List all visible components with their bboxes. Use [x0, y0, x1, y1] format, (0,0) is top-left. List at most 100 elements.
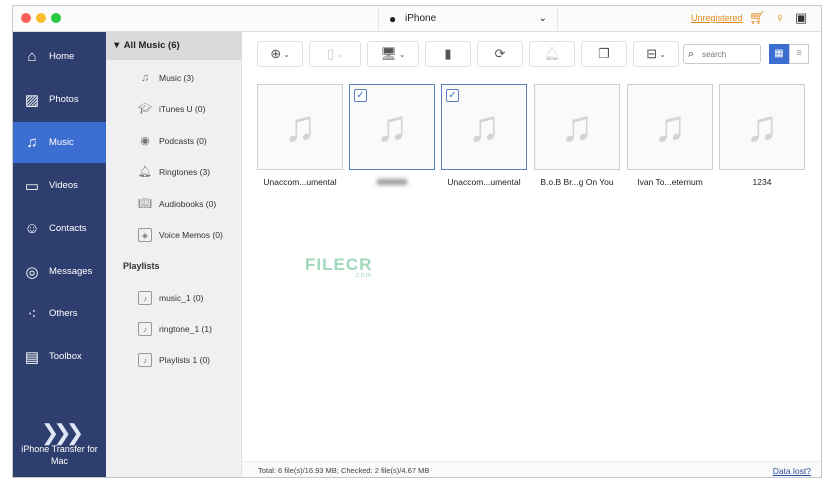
add-button[interactable]: ⊕ ⌄ [257, 41, 303, 67]
file-name: Unaccom...umental [263, 177, 337, 187]
close-button[interactable] [21, 13, 31, 23]
copy-icon: ❐ [598, 46, 610, 61]
music-note-icon: ♫ [375, 102, 409, 151]
playlist-label: music_1 (0) [159, 293, 204, 303]
playlist-item[interactable]: ♪ Playlists 1 (0) [138, 353, 210, 367]
category-ringtones[interactable]: 🔔︎ Ringtones (3) [138, 165, 210, 179]
refresh-button[interactable]: ⟳ [477, 41, 523, 67]
list-icon: ≡ [796, 48, 802, 59]
refresh-icon: ⟳ [494, 46, 506, 61]
delete-button[interactable]: ▮ [425, 41, 471, 67]
unregistered-link[interactable]: Unregistered [691, 13, 743, 23]
deduplicate-button[interactable]: ❐ [581, 41, 627, 67]
playlist-icon: ♪ [138, 322, 152, 336]
music-note-icon: ♫ [745, 102, 779, 151]
monitor-icon: 🖥︎ [380, 46, 397, 61]
file-name: B.o.B Br...g On You [540, 177, 614, 187]
bell-icon: 🔔︎ [138, 166, 152, 178]
music-file-thumbnail[interactable]: ♫ [627, 84, 713, 170]
category-label: Voice Memos (0) [159, 230, 223, 240]
sidebar-item-messages[interactable]: ◎ Messages [13, 251, 106, 292]
brand-line2: Mac [50, 456, 68, 466]
status-summary: Total: 6 file(s)/16.93 MB; Checked: 2 fi… [258, 466, 430, 475]
category-label: Podcasts (0) [159, 136, 207, 146]
playlist-item[interactable]: ♪ ringtone_1 (1) [138, 322, 212, 336]
search-input[interactable] [702, 49, 753, 59]
music-file-thumbnail[interactable]: ♫ [534, 84, 620, 170]
music-file-thumbnail[interactable]: ✓ ♫ [441, 84, 527, 170]
zoom-button[interactable] [51, 13, 61, 23]
file-name: 1234 [752, 177, 772, 187]
sidebar-item-others[interactable]: ⁖ Others [13, 293, 106, 334]
checkbox-checked[interactable]: ✓ [354, 89, 367, 102]
playlists-header: Playlists [123, 261, 160, 271]
grid-view-button[interactable]: ▦ [769, 44, 789, 64]
category-voice-memos[interactable]: ◈ Voice Memos (0) [138, 228, 223, 242]
sidebar-item-music[interactable]: ♫ Music [13, 122, 106, 163]
file-name: Ivan To...eternum [637, 177, 703, 187]
messages-icon: ◎ [25, 263, 39, 281]
sidebar-item-videos[interactable]: ▭ Videos [13, 165, 106, 206]
ringtone-button[interactable]: 🔔︎ [529, 41, 575, 67]
trash-icon: ▮ [444, 46, 452, 61]
sidebar-item-label: Photos [49, 94, 79, 105]
category-label: Ringtones (3) [159, 167, 211, 177]
brand-line1: iPhone Transfer for [21, 444, 98, 454]
playlist-icon: ♪ [138, 291, 152, 305]
music-icon: ♫ [26, 134, 38, 151]
category-audiobooks[interactable]: 📖︎ Audiobooks (0) [138, 197, 216, 211]
playlist-label: Playlists 1 (0) [159, 355, 211, 365]
sidebar-item-label: Videos [49, 180, 78, 191]
music-file-thumbnail[interactable]: ♫ [257, 84, 343, 170]
category-podcasts[interactable]: ◉ Podcasts (0) [138, 134, 207, 148]
feedback-icon[interactable]: ▣ [795, 10, 807, 26]
category-label: Music (3) [159, 73, 194, 83]
music-note-icon: ♫ [653, 102, 687, 151]
music-file-thumbnail[interactable]: ♫ [719, 84, 805, 170]
sidebar-item-label: Music [49, 137, 74, 148]
sidebar-item-contacts[interactable]: ☺ Contacts [13, 208, 106, 249]
checkbox-checked[interactable]: ✓ [446, 89, 459, 102]
sidebar-item-toolbox[interactable]: ▤ Toolbox [13, 336, 106, 377]
music-note-icon: ♫ [467, 102, 501, 151]
sidebar-item-label: Contacts [49, 223, 87, 234]
home-icon: ⌂ [27, 48, 37, 65]
minimize-button[interactable] [36, 13, 46, 23]
key-icon[interactable]: ♀ [775, 10, 785, 25]
app-logo-icon: ❯❯❯ [40, 420, 84, 445]
podcast-icon: ◉ [140, 135, 150, 147]
playlist-item[interactable]: ♪ music_1 (0) [138, 291, 203, 305]
file-name: Unaccom...umental [447, 177, 521, 187]
sidebar-item-label: Messages [49, 266, 93, 277]
sidebar-item-home[interactable]: ⌂ Home [13, 36, 106, 77]
plus-circle-icon: ⊕ [270, 46, 282, 61]
export-to-pc-button[interactable]: 🖥︎ ⌄ [367, 41, 419, 67]
sidebar-item-photos[interactable]: ▨ Photos [13, 79, 106, 120]
category-itunes-u[interactable]: 🎓︎ iTunes U (0) [138, 102, 205, 116]
contacts-icon: ☺ [24, 220, 40, 237]
export-to-device-button[interactable]: ▯ ⌄ [309, 41, 361, 67]
toolbox-button[interactable]: ⊟ ⌄ [633, 41, 679, 67]
music-note-icon: ♫ [140, 72, 150, 84]
sidebar-item-label: Others [49, 308, 78, 319]
app-brand: ❯❯❯ iPhone Transfer for Mac [13, 420, 106, 467]
music-note-icon: ♫ [560, 102, 594, 151]
playlist-label: ringtone_1 (1) [159, 324, 212, 334]
music-file-thumbnail[interactable]: ✓ ♫ [349, 84, 435, 170]
toolbox-icon: ▤ [24, 348, 40, 366]
cart-icon[interactable]: 🛒︎ [749, 10, 766, 26]
chevron-down-icon: ⌄ [538, 13, 547, 24]
status-bar: Total: 6 file(s)/16.93 MB; Checked: 2 fi… [242, 461, 821, 477]
phone-export-icon: ▯ [327, 46, 335, 61]
device-selector[interactable]: ● iPhone ⌄ [378, 8, 558, 30]
all-music-header[interactable]: ▼ All Music (6) [106, 32, 242, 60]
file-name-blurred [346, 177, 438, 187]
data-lost-link[interactable]: Data lost? [773, 462, 811, 477]
sidebar-item-label: Toolbox [49, 351, 82, 362]
music-category-panel: ▼ All Music (6) ♫ Music (3) 🎓︎ iTunes U (0… [106, 32, 242, 477]
list-view-button[interactable]: ≡ [789, 44, 809, 64]
grid-icon: ▦ [774, 48, 784, 59]
category-music[interactable]: ♫ Music (3) [138, 71, 194, 85]
search-box[interactable]: ⌕ [683, 44, 761, 64]
search-icon: ⌕ [688, 47, 695, 60]
